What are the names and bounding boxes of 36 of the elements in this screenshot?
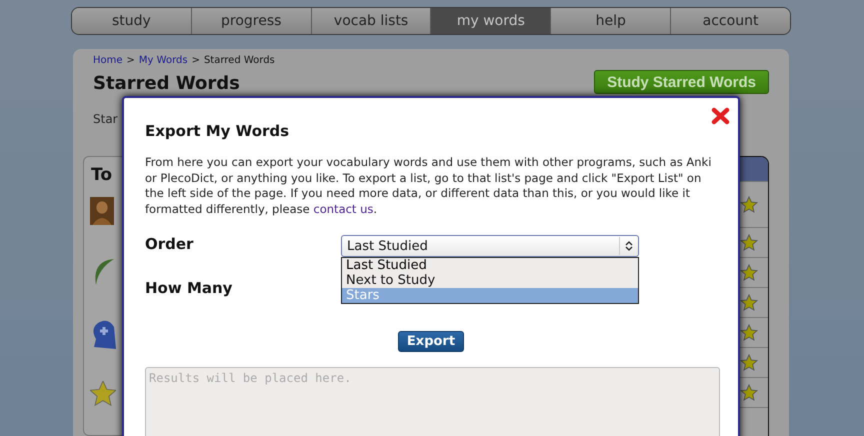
dialog-title: Export My Words <box>145 122 290 140</box>
order-select[interactable]: Last Studied <box>341 235 639 257</box>
results-field[interactable]: Results will be placed here. <box>145 367 720 436</box>
study-button[interactable]: Study Starred Words <box>594 70 769 94</box>
dialog-description: From here you can export your vocabulary words and use them with other programs, such as Anki or PlecoDict, or anything you like. To export a list, go to that list's page and click "Export List" on the left side of the page. If you need more data, or different data than this, or you would like it formatted differently, please contact us. <box>145 155 712 217</box>
caret-icon <box>625 240 633 252</box>
how-many-label: How Many <box>145 279 234 297</box>
star-icon <box>740 354 758 372</box>
nav-tab[interactable]: help <box>551 8 672 34</box>
export-button[interactable]: Export <box>398 331 464 352</box>
avatar-icon <box>90 197 114 225</box>
nav-tab[interactable]: vocab lists <box>312 8 432 34</box>
star-icon <box>740 264 758 282</box>
star-icon <box>740 294 758 312</box>
close-icon[interactable] <box>711 107 730 125</box>
nav-tab[interactable]: study <box>72 8 192 34</box>
nav-tab[interactable]: progress <box>192 8 312 34</box>
breadcrumb-separator: > <box>192 55 200 66</box>
star-icon <box>740 324 758 342</box>
star-icon <box>740 196 758 214</box>
dropdown-option[interactable]: Next to Study <box>342 273 638 288</box>
breadcrumb-link[interactable]: Home <box>93 55 123 66</box>
page-title: Starred Words <box>93 73 240 94</box>
nav-tab[interactable]: my words <box>431 8 552 34</box>
star-icon <box>740 234 758 252</box>
star-icon <box>90 381 116 407</box>
breadcrumb-separator: > <box>126 55 135 66</box>
card-title: To <box>91 165 112 185</box>
dropdown-option[interactable]: Last Studied <box>342 258 638 273</box>
order-label: Order <box>145 235 194 253</box>
star-icon <box>740 384 758 402</box>
breadcrumb-link[interactable]: My Words <box>138 55 188 66</box>
breadcrumb-current: Starred Words <box>204 55 275 66</box>
intro-text: Star <box>93 112 118 126</box>
contact-link[interactable]: contact us <box>313 202 374 216</box>
nav-tab[interactable]: account <box>671 8 790 34</box>
